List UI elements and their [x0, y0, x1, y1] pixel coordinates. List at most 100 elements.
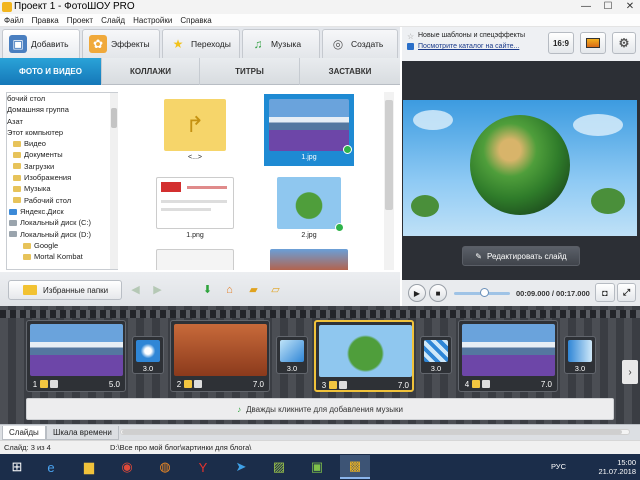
- tree-item[interactable]: Рабочий стол: [7, 195, 117, 206]
- stop-icon[interactable]: ■: [429, 284, 447, 302]
- clock-date[interactable]: 21.07.2018: [598, 467, 636, 476]
- telegram-icon[interactable]: ➤: [226, 455, 256, 479]
- background-button[interactable]: [580, 32, 606, 54]
- firefox-icon[interactable]: ◍: [150, 455, 180, 479]
- tree-item[interactable]: Загрузки: [7, 161, 117, 172]
- folder-open-icon[interactable]: ▰: [246, 282, 261, 297]
- settings-gear-icon[interactable]: ⚙: [612, 32, 636, 54]
- transition-1[interactable]: 3.0: [132, 336, 164, 374]
- pencil-icon[interactable]: [184, 380, 192, 388]
- file-item-2jpg[interactable]: 2.jpg: [264, 172, 354, 244]
- ie-icon[interactable]: e: [36, 455, 66, 479]
- start-windows-icon[interactable]: ⊞: [2, 455, 32, 479]
- tab-add[interactable]: ▣ Добавить: [2, 29, 80, 58]
- menu-edit[interactable]: Правка: [28, 14, 63, 27]
- tree-item[interactable]: Яндекс.Диск: [7, 206, 117, 217]
- file-item[interactable]: [264, 244, 354, 270]
- file-item-1png[interactable]: 1.png: [150, 172, 240, 244]
- play-icon[interactable]: ▶: [408, 284, 426, 302]
- subtab-collages[interactable]: КОЛЛАЖИ: [102, 58, 200, 85]
- tree-item[interactable]: Google: [7, 240, 117, 251]
- fullscreen-icon[interactable]: ⤢: [617, 283, 636, 302]
- transition-icon: [280, 340, 304, 362]
- back-arrow-icon[interactable]: ◀: [128, 282, 143, 297]
- slide-thumb-2[interactable]: 2 7.0: [170, 320, 270, 392]
- slide-thumb-3[interactable]: 3 7.0: [314, 320, 414, 392]
- tree-item[interactable]: Видео: [7, 138, 117, 149]
- tab-slides[interactable]: Слайды: [2, 426, 46, 440]
- tree-item[interactable]: Азат: [7, 116, 117, 127]
- timeline-scroll-thumb[interactable]: [122, 430, 622, 434]
- menu-settings[interactable]: Настройки: [129, 14, 176, 27]
- timeline-scroll-right-icon[interactable]: ›: [622, 360, 638, 384]
- image-thumbnail: [156, 249, 234, 270]
- news-link[interactable]: Новые шаблоны и спецэффекты: [418, 32, 525, 39]
- menu-file[interactable]: Файл: [0, 14, 28, 27]
- home-icon[interactable]: ⌂: [222, 282, 237, 297]
- pencil-icon[interactable]: [472, 380, 480, 388]
- tree-item[interactable]: Локальный диск (C:): [7, 217, 117, 228]
- playback-knob[interactable]: [480, 288, 489, 297]
- camera-icon[interactable]: ◘: [595, 283, 615, 302]
- tree-item[interactable]: Документы: [7, 149, 117, 160]
- transition-2[interactable]: 3.0: [276, 336, 308, 374]
- minimize-button[interactable]: —: [576, 0, 596, 14]
- fotoshow-app-icon[interactable]: ▩: [340, 455, 370, 479]
- tree-scroll-thumb[interactable]: [111, 108, 117, 128]
- file-item[interactable]: [150, 244, 240, 270]
- tree-item[interactable]: Этот компьютер: [7, 127, 117, 138]
- tree-item[interactable]: Домашняя группа: [7, 104, 117, 115]
- tab-transitions[interactable]: ★ Переходы: [162, 29, 240, 58]
- tab-music[interactable]: ♫ Музыка: [242, 29, 320, 58]
- yandex-icon[interactable]: Y: [188, 455, 218, 479]
- transition-4[interactable]: 3.0: [564, 336, 596, 374]
- slide-thumb-1[interactable]: 1 5.0: [26, 320, 126, 392]
- close-button[interactable]: ✕: [620, 0, 640, 14]
- grid-scroll-thumb[interactable]: [385, 100, 393, 210]
- sound-icon[interactable]: [482, 380, 490, 388]
- pencil-icon[interactable]: [329, 381, 337, 389]
- folder-up-icon: ↱: [164, 99, 226, 151]
- down-arrow-icon[interactable]: ⬇: [200, 282, 215, 297]
- clock-time[interactable]: 15:00: [598, 458, 636, 467]
- slide-number: 2: [176, 379, 182, 389]
- sound-icon[interactable]: [194, 380, 202, 388]
- file-item-up[interactable]: ↱ <...>: [150, 94, 240, 166]
- chrome-icon[interactable]: ◉: [112, 455, 142, 479]
- menu-slide[interactable]: Слайд: [97, 14, 129, 27]
- language-indicator[interactable]: РУС: [551, 462, 566, 471]
- folder-add-icon[interactable]: ▱: [268, 282, 283, 297]
- subtab-titles[interactable]: ТИТРЫ: [200, 58, 300, 85]
- tree-item[interactable]: бочий стол: [7, 93, 117, 104]
- subtab-photo-video[interactable]: ФОТО И ВИДЕО: [0, 58, 102, 85]
- tree-item[interactable]: Изображения: [7, 172, 117, 183]
- video-app-icon[interactable]: ▣: [302, 455, 332, 479]
- catalog-link[interactable]: Посмотрите каталог на сайте...: [418, 43, 519, 50]
- tree-item[interactable]: Mortal Kombat: [7, 251, 117, 262]
- tree-item[interactable]: Музыка: [7, 183, 117, 194]
- file-item-1jpg[interactable]: 1.jpg: [264, 94, 354, 166]
- app-photo-icon[interactable]: ▨: [264, 455, 294, 479]
- tree-item[interactable]: Локальный диск (D:): [7, 229, 117, 240]
- subtab-intros[interactable]: ЗАСТАВКИ: [300, 58, 400, 85]
- maximize-button[interactable]: ☐: [598, 0, 618, 14]
- forward-arrow-icon[interactable]: ▶: [150, 282, 165, 297]
- music-drop-zone[interactable]: ♪ Дважды кликните для добавления музыки: [26, 398, 614, 420]
- tree-item-label: Музыка: [24, 184, 51, 194]
- pencil-icon[interactable]: [40, 380, 48, 388]
- menu-help[interactable]: Справка: [176, 14, 215, 27]
- aspect-ratio-button[interactable]: 16:9: [548, 32, 574, 54]
- slide-thumb-4[interactable]: 4 7.0: [458, 320, 558, 392]
- slide-number: 4: [464, 379, 470, 389]
- sound-icon[interactable]: [50, 380, 58, 388]
- edit-slide-button[interactable]: ✎ Редактировать слайд: [462, 246, 580, 266]
- sound-icon[interactable]: [339, 381, 347, 389]
- tab-effects[interactable]: ✿ Эффекты: [82, 29, 160, 58]
- tab-timeline[interactable]: Шкала времени: [46, 426, 119, 440]
- image-thumbnail: [269, 99, 352, 154]
- tab-create[interactable]: ◎ Создать: [322, 29, 398, 58]
- menu-project[interactable]: Проект: [63, 14, 97, 27]
- favorites-button[interactable]: Избранные папки: [8, 280, 122, 300]
- explorer-folder-icon[interactable]: ▆: [74, 455, 104, 479]
- transition-3[interactable]: 3.0: [420, 336, 452, 374]
